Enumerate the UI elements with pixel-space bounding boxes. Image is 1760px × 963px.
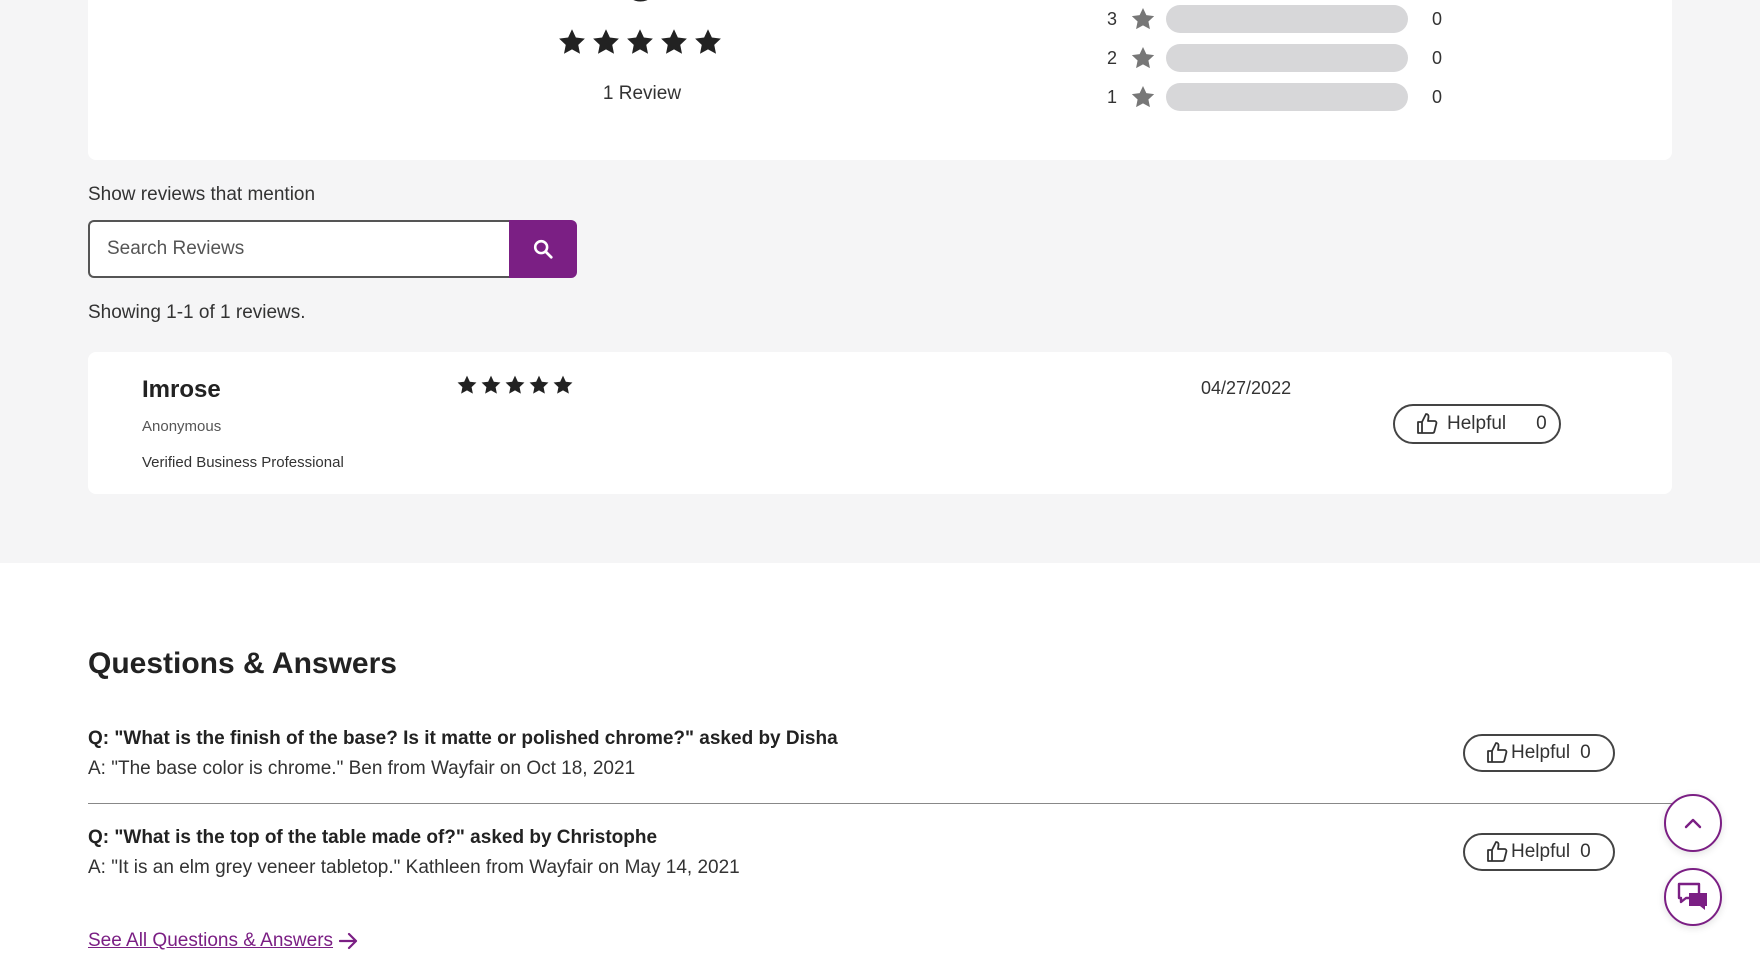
star-icon: [627, 29, 653, 54]
histogram-count: 0: [1432, 47, 1443, 68]
qa-answer: A: "It is an elm grey veneer tabletop." …: [88, 857, 740, 878]
qa-answer: A: "The base color is chrome." Ben from …: [88, 758, 636, 779]
review-card: Imrose Anonymous Verified Business Profe…: [88, 352, 1672, 494]
review-stars: [456, 374, 574, 396]
qa-divider: [88, 803, 1672, 804]
star-icon: [695, 29, 721, 54]
arrow-right-icon: [339, 932, 358, 950]
helpful-label: Helpful: [1511, 742, 1571, 763]
histogram-count: 0: [1432, 86, 1443, 107]
histogram-bar: [1166, 83, 1408, 111]
chat-button[interactable]: [1664, 868, 1722, 926]
search-button[interactable]: [509, 220, 577, 278]
qa-title: Questions & Answers: [88, 647, 397, 680]
overall-stars: [557, 27, 723, 57]
star-icon: [1131, 7, 1155, 30]
star-icon: [481, 375, 501, 394]
qa-helpful-button[interactable]: Helpful 0: [1463, 833, 1615, 871]
reviewer-name: Imrose: [142, 376, 221, 403]
helpful-count: 0: [1580, 742, 1591, 763]
star-icon: [529, 375, 549, 394]
qa-item: Q: "What is the finish of the base? Is i…: [88, 728, 1672, 780]
qa-item: Q: "What is the top of the table made of…: [88, 827, 1672, 879]
see-all-qa-label: See All Questions & Answers: [88, 930, 334, 951]
star-icon: [559, 29, 585, 54]
review-date: 04/27/2022: [1201, 378, 1292, 398]
star-icon: [553, 375, 573, 394]
showing-count: Showing 1-1 of 1 reviews.: [88, 302, 306, 323]
star-icon: [1131, 46, 1155, 69]
back-to-top-button[interactable]: [1664, 794, 1722, 852]
search-reviews-input[interactable]: [88, 220, 510, 278]
search-icon: [533, 239, 553, 259]
histogram-row-1[interactable]: 1 0: [1107, 82, 1442, 112]
thumbs-up-icon: [1417, 413, 1438, 434]
histogram-star-label: 2: [1107, 47, 1118, 68]
reviews-section: 5 1 Review 4 0 3 0 2 0 1: [0, 0, 1760, 563]
see-all-qa-link[interactable]: See All Questions & Answers: [88, 930, 359, 952]
rating-summary-card: 5 1 Review 4 0 3 0 2 0 1: [88, 0, 1672, 160]
histogram-bar: [1166, 5, 1408, 33]
chat-icon: [1677, 882, 1707, 910]
histogram-star-label: 1: [1107, 86, 1118, 107]
helpful-label: Helpful: [1511, 841, 1571, 862]
qa-helpful-button[interactable]: Helpful 0: [1463, 734, 1615, 772]
overall-rating: 5: [618, 0, 664, 10]
reviewer-type: Anonymous: [142, 418, 222, 435]
helpful-count: 0: [1536, 413, 1547, 434]
star-icon: [457, 375, 477, 394]
review-helpful-button[interactable]: Helpful 0: [1393, 404, 1561, 444]
star-icon: [593, 29, 619, 54]
histogram-row-2[interactable]: 2 0: [1107, 43, 1442, 73]
histogram-count: 0: [1432, 8, 1443, 29]
star-icon: [1131, 85, 1155, 108]
histogram-star-label: 3: [1107, 8, 1118, 29]
mention-label: Show reviews that mention: [88, 184, 316, 205]
qa-question: Q: "What is the top of the table made of…: [88, 827, 658, 848]
histogram-row-3[interactable]: 3 0: [1107, 4, 1442, 34]
reviewer-badge: Verified Business Professional: [142, 454, 344, 471]
helpful-count: 0: [1580, 841, 1591, 862]
helpful-label: Helpful: [1447, 413, 1507, 434]
histogram-bar: [1166, 44, 1408, 72]
thumbs-up-icon: [1487, 742, 1508, 763]
chevron-up-icon: [1684, 818, 1702, 829]
review-count: 1 Review: [602, 83, 682, 104]
qa-question: Q: "What is the finish of the base? Is i…: [88, 728, 838, 749]
thumbs-up-icon: [1487, 841, 1508, 862]
star-icon: [661, 29, 687, 54]
star-icon: [505, 375, 525, 394]
